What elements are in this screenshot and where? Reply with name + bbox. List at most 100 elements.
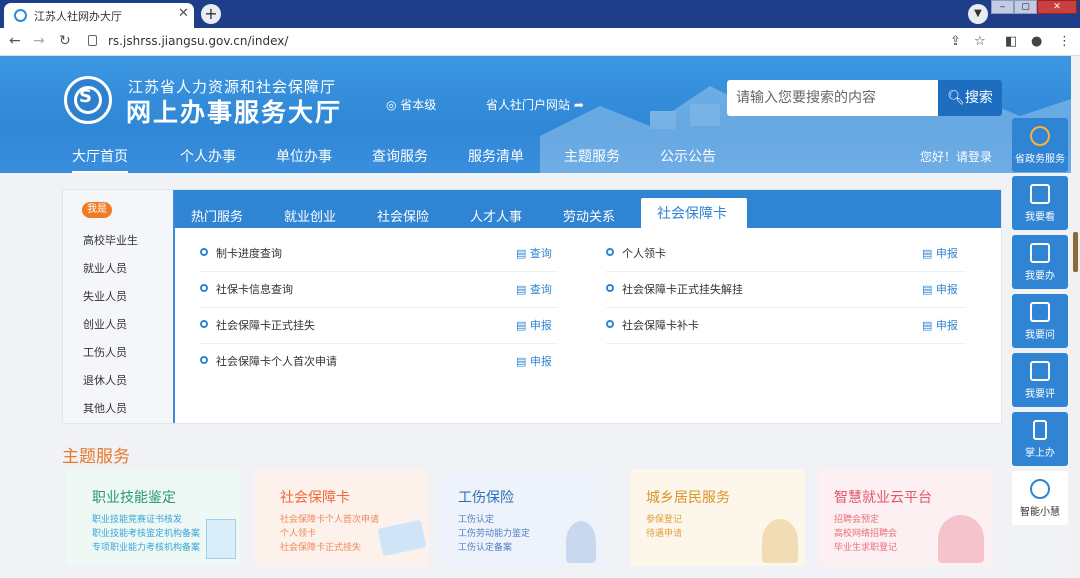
minimize-icon[interactable]: ‒ bbox=[991, 0, 1014, 14]
theme-card-line[interactable]: 工伤认定备案 bbox=[458, 540, 512, 553]
action-link[interactable]: ▤ 申报 bbox=[922, 281, 958, 297]
side-label: 掌上办 bbox=[1025, 448, 1055, 459]
persona-item[interactable]: 退休人员 bbox=[83, 372, 127, 388]
action-link[interactable]: ▤ 申报 bbox=[922, 245, 958, 261]
nav-theme[interactable]: 主题服务 bbox=[564, 146, 620, 166]
nav-list[interactable]: 服务清单 bbox=[468, 146, 524, 166]
tab-title: 江苏人社网办大厅 bbox=[34, 10, 122, 23]
theme-card[interactable]: 职业技能鉴定 职业技能竞赛证书核发 职业技能考核鉴定机构备案 专项职业能力考核机… bbox=[66, 469, 241, 566]
side-label: 我要看 bbox=[1025, 212, 1055, 223]
gov-services-icon bbox=[1030, 126, 1050, 146]
omnibox[interactable]: rs.jshrss.jiangsu.gov.cn/index/ bbox=[84, 32, 904, 52]
theme-card-line[interactable]: 社会保障卡正式挂失 bbox=[280, 540, 361, 553]
persona-item[interactable]: 高校毕业生 bbox=[83, 232, 138, 248]
browser-tab[interactable]: 江苏人社网办大厅 ✕ bbox=[4, 3, 194, 28]
theme-card-title: 工伤保险 bbox=[458, 490, 514, 506]
theme-card-line[interactable]: 个人领卡 bbox=[280, 526, 316, 539]
service-row[interactable]: 社会保障卡个人首次申请 ▤ 申报 bbox=[200, 344, 558, 380]
side-mobile[interactable]: 掌上办 bbox=[1012, 412, 1068, 466]
service-row[interactable]: 社保卡信息查询 ▤ 查询 bbox=[200, 272, 558, 308]
site-header: S 江苏省人力资源和社会保障厅 网上办事服务大厅 ◎ 省本级 省人社门户网站 ➦… bbox=[0, 56, 1080, 173]
persona-item[interactable]: 工伤人员 bbox=[83, 344, 127, 360]
scrollbar-thumb[interactable] bbox=[1073, 232, 1078, 272]
favicon-icon bbox=[14, 9, 27, 22]
side-rate[interactable]: 我要评 bbox=[1012, 353, 1068, 407]
menu-icon[interactable]: ⋮ bbox=[1058, 34, 1071, 49]
nav-home[interactable]: 大厅首页 bbox=[72, 146, 128, 173]
address-toolbar: ← → ↻ rs.jshrss.jiangsu.gov.cn/index/ ⇪ … bbox=[0, 28, 1080, 56]
nav-notice[interactable]: 公示公告 bbox=[660, 146, 716, 166]
service-row[interactable]: 社会保障卡正式挂失解挂 ▤ 申报 bbox=[606, 272, 966, 308]
theme-card-line[interactable]: 专项职业能力考核机构备案 bbox=[92, 540, 200, 553]
service-name: 社会保障卡正式挂失 bbox=[216, 319, 315, 332]
side-ask[interactable]: 我要问 bbox=[1012, 294, 1068, 348]
tab-social-card[interactable]: 社会保障卡 bbox=[641, 198, 747, 228]
side-assistant[interactable]: 智能小慧 bbox=[1012, 471, 1068, 525]
theme-card-line[interactable]: 工伤劳动能力鉴定 bbox=[458, 526, 530, 539]
scrollbar-track[interactable] bbox=[1071, 56, 1080, 578]
portal-label: 省人社门户网站 bbox=[486, 98, 571, 112]
bookmark-star-icon[interactable]: ☆ bbox=[974, 34, 986, 49]
maximize-icon[interactable]: ▢ bbox=[1014, 0, 1037, 14]
theme-card[interactable]: 城乡居民服务 参保登记 待遇申请 bbox=[630, 469, 805, 566]
action-link[interactable]: ▤ 查询 bbox=[516, 245, 552, 261]
side-panel-icon[interactable]: ◧ bbox=[1005, 34, 1017, 49]
side-label: 我要评 bbox=[1025, 389, 1055, 400]
side-gov-services[interactable]: 省政务服务 bbox=[1012, 118, 1068, 172]
tab-hot[interactable]: 热门服务 bbox=[191, 206, 243, 225]
tab-close-icon[interactable]: ✕ bbox=[178, 6, 189, 21]
action-link[interactable]: ▤ 查询 bbox=[516, 281, 552, 297]
service-name: 制卡进度查询 bbox=[216, 247, 282, 260]
theme-card-title: 城乡居民服务 bbox=[646, 490, 730, 506]
forward-icon[interactable]: → bbox=[33, 33, 45, 49]
document-icon bbox=[1030, 184, 1050, 204]
tab-employment[interactable]: 就业创业 bbox=[284, 206, 336, 225]
persona-item[interactable]: 失业人员 bbox=[83, 288, 127, 304]
persona-item[interactable]: 就业人员 bbox=[83, 260, 127, 276]
service-row[interactable]: 个人领卡 ▤ 申报 bbox=[606, 236, 966, 272]
tab-insurance[interactable]: 社会保险 bbox=[377, 206, 429, 225]
nav-query[interactable]: 查询服务 bbox=[372, 146, 428, 166]
portal-link[interactable]: 省人社门户网站 ➦ bbox=[486, 96, 584, 113]
back-icon[interactable]: ← bbox=[9, 33, 21, 49]
theme-card-line[interactable]: 工伤认定 bbox=[458, 512, 494, 525]
nav-personal[interactable]: 个人办事 bbox=[180, 146, 236, 166]
bullet-icon bbox=[200, 356, 208, 364]
theme-card[interactable]: 社会保障卡 社会保障卡个人首次申请 个人领卡 社会保障卡正式挂失 bbox=[254, 469, 429, 566]
close-window-icon[interactable]: ✕ bbox=[1037, 0, 1077, 14]
bullet-icon bbox=[606, 284, 614, 292]
action-link[interactable]: ▤ 申报 bbox=[922, 317, 958, 333]
share-icon[interactable]: ⇪ bbox=[950, 34, 961, 49]
reload-icon[interactable]: ↻ bbox=[59, 33, 71, 49]
theme-card-line[interactable]: 高校网络招聘会 bbox=[834, 526, 897, 539]
theme-card-line[interactable]: 毕业生求职登记 bbox=[834, 540, 897, 553]
theme-card[interactable]: 智慧就业云平台 招聘会预定 高校网络招聘会 毕业生求职登记 bbox=[818, 469, 993, 566]
monitor-icon bbox=[1030, 243, 1050, 263]
service-row[interactable]: 社会保障卡正式挂失 ▤ 申报 bbox=[200, 308, 558, 344]
new-tab-button[interactable]: + bbox=[201, 4, 221, 24]
side-do[interactable]: 我要办 bbox=[1012, 235, 1068, 289]
tab-talent[interactable]: 人才人事 bbox=[470, 206, 522, 225]
theme-card-line[interactable]: 待遇申请 bbox=[646, 526, 682, 539]
theme-card-line[interactable]: 职业技能竞赛证书核发 bbox=[92, 512, 182, 525]
location-selector[interactable]: ◎ 省本级 bbox=[386, 96, 436, 113]
persona-item[interactable]: 其他人员 bbox=[83, 400, 127, 416]
theme-card[interactable]: 工伤保险 工伤认定 工伤劳动能力鉴定 工伤认定备案 bbox=[442, 469, 604, 566]
search-input[interactable] bbox=[727, 80, 939, 116]
tab-labor[interactable]: 劳动关系 bbox=[563, 206, 615, 225]
theme-card-line[interactable]: 职业技能考核鉴定机构备案 bbox=[92, 526, 200, 539]
theme-card-line[interactable]: 招聘会预定 bbox=[834, 512, 879, 525]
persona-item[interactable]: 创业人员 bbox=[83, 316, 127, 332]
side-view[interactable]: 我要看 bbox=[1012, 176, 1068, 230]
theme-card-line[interactable]: 参保登记 bbox=[646, 512, 682, 525]
action-link[interactable]: ▤ 申报 bbox=[516, 353, 552, 369]
profile-icon[interactable]: ● bbox=[1031, 34, 1042, 49]
search-button[interactable]: 🔍︎搜索 bbox=[938, 80, 1002, 116]
service-row[interactable]: 制卡进度查询 ▤ 查询 bbox=[200, 236, 558, 272]
theme-card-line[interactable]: 社会保障卡个人首次申请 bbox=[280, 512, 379, 525]
service-row[interactable]: 社会保障卡补卡 ▤ 申报 bbox=[606, 308, 966, 344]
login-link[interactable]: 您好！请登录 bbox=[920, 148, 992, 165]
action-link[interactable]: ▤ 申报 bbox=[516, 317, 552, 333]
tab-search-icon[interactable]: ▼ bbox=[968, 4, 988, 24]
nav-unit[interactable]: 单位办事 bbox=[276, 146, 332, 166]
